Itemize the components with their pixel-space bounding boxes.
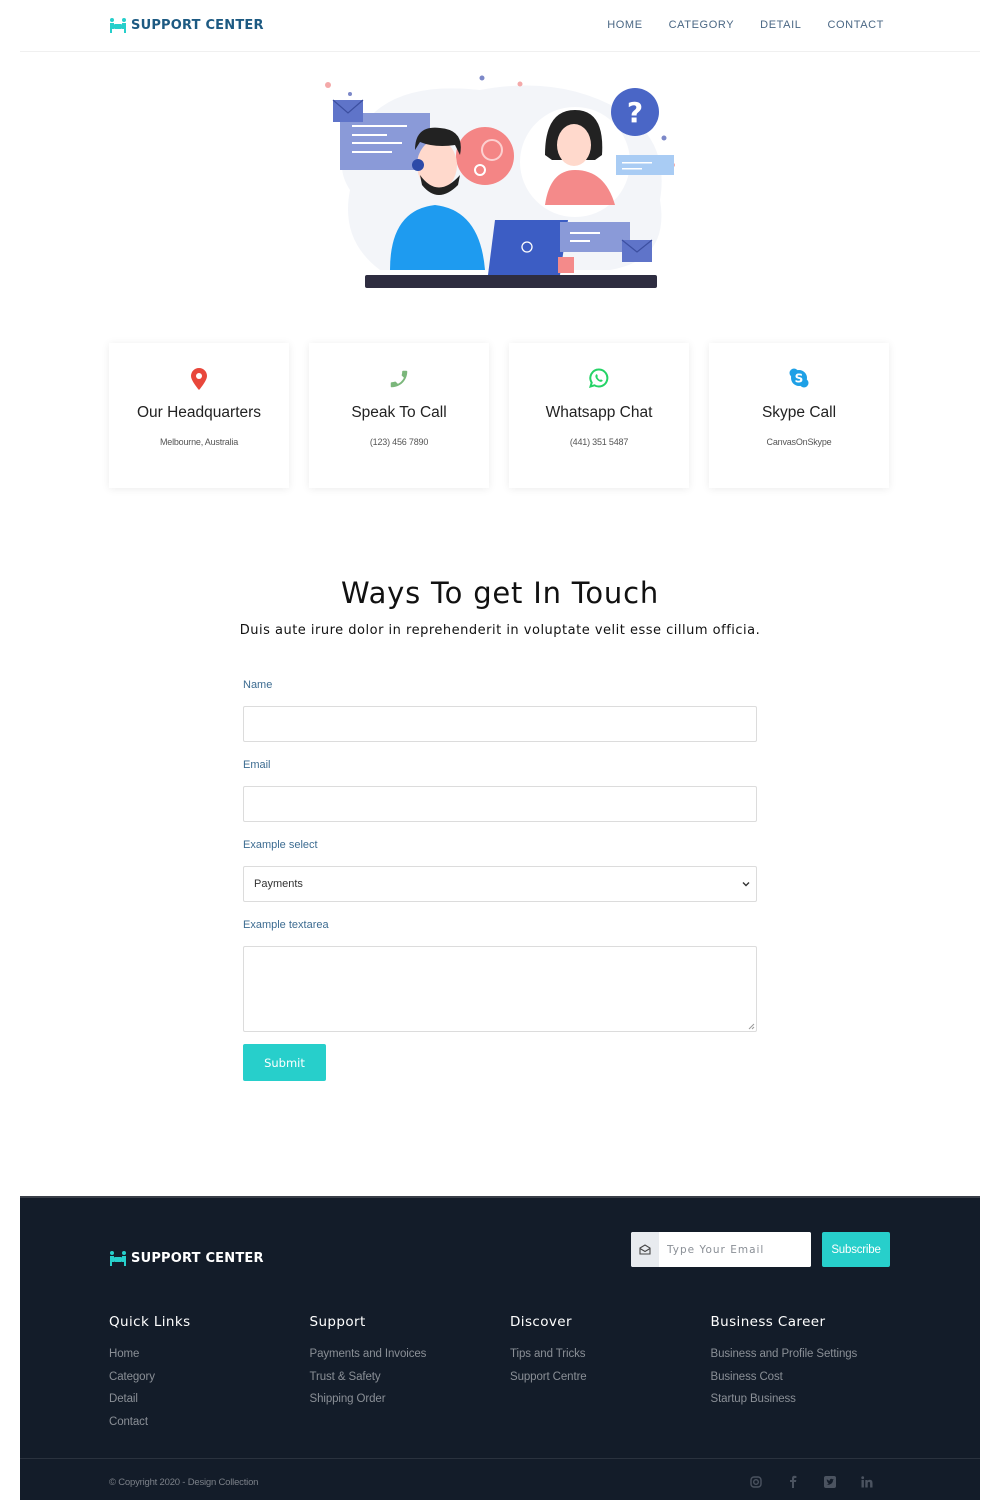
footer-link[interactable]: Shipping Order <box>310 1393 511 1405</box>
nav-contact[interactable]: CONTACT <box>827 19 884 31</box>
chevron-down-icon <box>742 882 750 887</box>
card-call: Speak To Call (123) 456 7890 <box>309 343 489 488</box>
card-skype: S Skype Call CanvasOnSkype <box>709 343 889 488</box>
card-subtitle[interactable]: (123) 456 7890 <box>309 437 489 447</box>
footer-link[interactable]: Support Centre <box>510 1371 711 1383</box>
footer-column-title: Business Career <box>710 1314 826 1330</box>
footer-link[interactable]: Payments and Invoices <box>310 1348 511 1360</box>
contact-cards: Our Headquarters Melbourne, Australia Sp… <box>109 343 889 488</box>
facebook-icon[interactable] <box>785 1474 800 1489</box>
section-title: Ways To get In Touch <box>340 576 660 610</box>
footer-link[interactable]: Contact <box>109 1416 310 1428</box>
subscribe-email-input[interactable] <box>659 1232 811 1267</box>
phone-icon <box>390 370 408 388</box>
social-links <box>748 1474 874 1489</box>
submit-button[interactable]: Submit <box>243 1044 326 1081</box>
footer-link[interactable]: Business and Profile Settings <box>711 1348 912 1360</box>
nav-home[interactable]: HOME <box>607 19 642 31</box>
card-title: Our Headquarters <box>136 404 262 421</box>
footer-link[interactable]: Detail <box>109 1393 310 1405</box>
footer-column-discover: Discover Tips and Tricks Support Centre <box>510 1314 711 1438</box>
footer-column-title: Quick Links <box>109 1314 191 1330</box>
footer-columns: Quick Links Home Category Detail Contact… <box>109 1314 911 1438</box>
card-subtitle[interactable]: CanvasOnSkype <box>709 437 889 447</box>
nav-category[interactable]: CATEGORY <box>669 19 735 31</box>
card-title: Skype Call <box>761 404 837 421</box>
footer-link[interactable]: Startup Business <box>711 1393 912 1405</box>
footer-brand-name: SUPPORT CENTER <box>131 1250 264 1266</box>
footer-column-quick-links: Quick Links Home Category Detail Contact <box>109 1314 310 1438</box>
email-input[interactable] <box>243 786 757 822</box>
footer-link[interactable]: Category <box>109 1371 310 1383</box>
svg-text:?: ? <box>627 96 643 129</box>
twitter-icon[interactable] <box>822 1474 837 1489</box>
card-title: Speak To Call <box>351 404 447 421</box>
team-icon <box>110 1251 126 1266</box>
section-subtitle: Duis aute irure dolor in reprehenderit i… <box>239 623 761 638</box>
footer: SUPPORT CENTER Subscribe Quick Links Hom… <box>20 1196 980 1500</box>
page: SUPPORT CENTER HOME CATEGORY DETAIL CONT… <box>20 0 980 1500</box>
subscribe-button[interactable]: Subscribe <box>822 1232 890 1267</box>
footer-column-business-career: Business Career Business and Profile Set… <box>711 1314 912 1438</box>
footer-column-title: Discover <box>510 1314 572 1330</box>
footer-divider <box>20 1458 980 1459</box>
card-headquarters: Our Headquarters Melbourne, Australia <box>109 343 289 488</box>
customer-support-illustration: ? <box>325 75 675 288</box>
card-subtitle: Melbourne, Australia <box>159 437 239 447</box>
card-subtitle[interactable]: (441) 351 5487 <box>509 437 689 447</box>
select-value: Payments <box>254 878 303 890</box>
contact-form: Name Email Example select Payments Examp… <box>243 679 757 1081</box>
whatsapp-icon <box>589 368 609 388</box>
footer-column-support: Support Payments and Invoices Trust & Sa… <box>310 1314 511 1438</box>
instagram-icon[interactable] <box>748 1474 763 1489</box>
envelope-open-icon <box>631 1232 659 1267</box>
brand-logo[interactable]: SUPPORT CENTER <box>109 17 264 33</box>
footer-column-title: Support <box>309 1314 366 1330</box>
name-input[interactable] <box>243 706 757 742</box>
map-pin-icon <box>191 368 207 390</box>
footer-link[interactable]: Business Cost <box>711 1371 912 1383</box>
footer-brand-logo[interactable]: SUPPORT CENTER <box>109 1250 264 1266</box>
card-title: Whatsapp Chat <box>545 404 653 421</box>
example-textarea[interactable] <box>243 946 757 1032</box>
textarea-label: Example textarea <box>243 919 329 931</box>
brand-name: SUPPORT CENTER <box>131 17 264 33</box>
resize-handle-icon[interactable] <box>747 1022 755 1030</box>
select-label: Example select <box>243 839 318 851</box>
copyright: © Copyright 2020 - Design Collection <box>109 1477 259 1488</box>
main-nav: HOME CATEGORY DETAIL CONTACT <box>607 19 884 31</box>
nav-detail[interactable]: DETAIL <box>760 19 801 31</box>
name-label: Name <box>243 679 273 691</box>
subscribe-form: Subscribe <box>631 1232 890 1267</box>
email-label: Email <box>243 759 271 771</box>
footer-link[interactable]: Home <box>109 1348 310 1360</box>
linkedin-icon[interactable] <box>859 1474 874 1489</box>
skype-icon: S <box>789 368 809 388</box>
header: SUPPORT CENTER HOME CATEGORY DETAIL CONT… <box>20 0 980 52</box>
example-select[interactable]: Payments <box>243 866 757 902</box>
svg-text:S: S <box>795 372 804 386</box>
footer-link[interactable]: Trust & Safety <box>310 1371 511 1383</box>
subscribe-input-group <box>631 1232 811 1267</box>
footer-link[interactable]: Tips and Tricks <box>510 1348 711 1360</box>
team-icon <box>110 18 126 33</box>
card-whatsapp: Whatsapp Chat (441) 351 5487 <box>509 343 689 488</box>
